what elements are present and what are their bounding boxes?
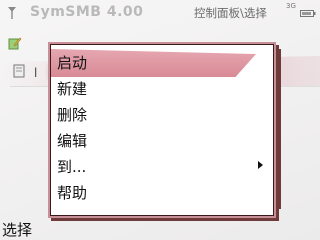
context-title: 控制面板\选择 xyxy=(194,6,267,20)
menu-item-new[interactable]: 新建 xyxy=(51,75,273,99)
app-title: SymSMB 4.00 xyxy=(30,4,144,20)
softkey-bar: 选择 xyxy=(0,214,320,240)
left-softkey[interactable]: 选择 xyxy=(2,219,32,240)
list-item-label-partial: l xyxy=(34,66,38,80)
menu-item-label: 新建 xyxy=(57,80,88,98)
submenu-arrow-icon xyxy=(258,161,263,169)
network-indicator: 3G xyxy=(286,2,296,10)
menu-item-label: 帮助 xyxy=(57,184,88,202)
menu-item-label: 启动 xyxy=(57,54,88,72)
menu-item-label: 编辑 xyxy=(57,132,88,150)
menu-item-goto[interactable]: 到... xyxy=(51,153,273,177)
menu-item-label: 到... xyxy=(57,158,87,176)
document-icon xyxy=(13,64,25,78)
options-menu: 启动 新建 删除 编辑 到... 帮助 xyxy=(50,44,281,216)
menu-item-delete[interactable]: 删除 xyxy=(51,101,273,125)
signal-strength-icon xyxy=(8,7,16,19)
menu-item-label: 删除 xyxy=(57,106,88,124)
menu-item-help[interactable]: 帮助 xyxy=(51,179,273,203)
folder-edit-icon xyxy=(8,37,22,50)
battery-icon xyxy=(300,10,316,17)
menu-item-launch[interactable]: 启动 xyxy=(51,49,273,77)
menu-item-edit[interactable]: 编辑 xyxy=(51,127,273,151)
menu-shadow-edge xyxy=(277,49,281,209)
status-bar: SymSMB 4.00 控制面板\选择 3G xyxy=(0,0,320,26)
